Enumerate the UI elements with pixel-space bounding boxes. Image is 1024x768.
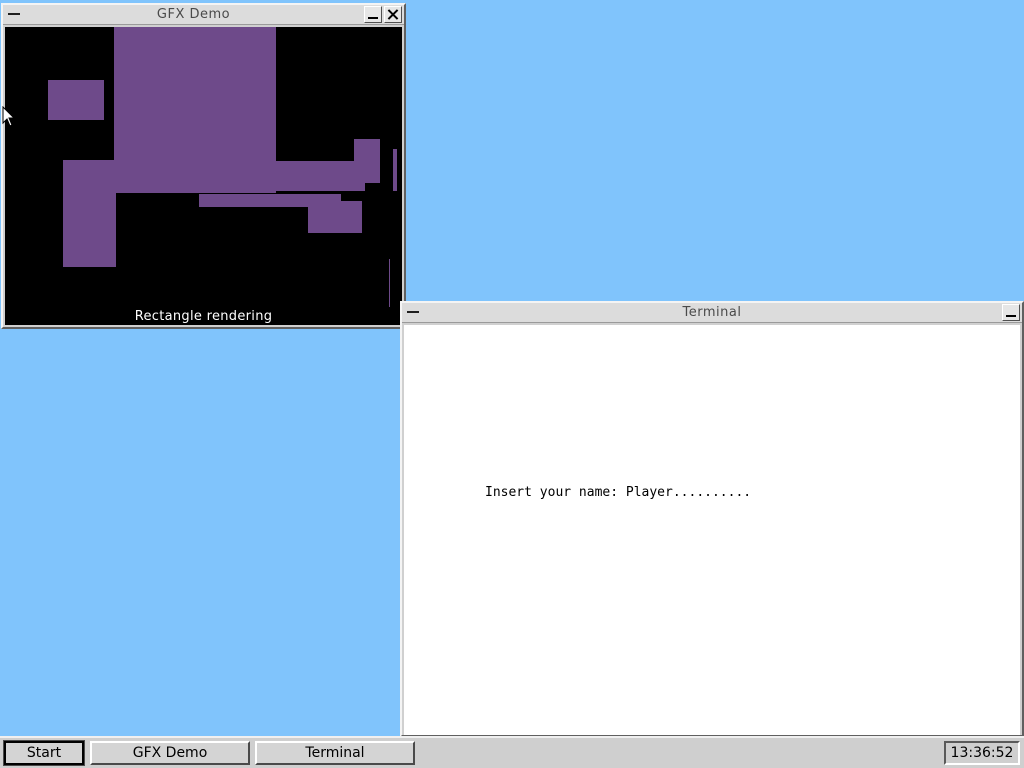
gfx-caption: Rectangle rendering xyxy=(134,309,273,324)
system-menu-icon xyxy=(8,13,20,15)
terminal-prompt-line: Insert your name: Player.......... xyxy=(485,485,752,500)
minimize-icon xyxy=(368,17,378,19)
gfx-system-menu-button[interactable] xyxy=(5,6,23,23)
terminal-minimize-button[interactable] xyxy=(1002,304,1020,321)
close-icon xyxy=(385,7,401,22)
terminal-titlebar[interactable]: Terminal xyxy=(402,303,1022,323)
gfx-close-button[interactable] xyxy=(384,6,402,23)
purple-rectangle xyxy=(354,139,380,183)
gfx-minimize-button[interactable] xyxy=(364,6,382,23)
desktop[interactable]: GFX Demo Rectangle rendering Terminal In… xyxy=(0,0,1024,737)
gfx-demo-title: GFX Demo xyxy=(156,7,231,22)
system-menu-icon xyxy=(407,311,419,313)
clock: 13:36:52 xyxy=(944,741,1020,765)
start-button[interactable]: Start xyxy=(3,740,85,766)
mouse-pointer-icon xyxy=(2,106,16,127)
minimize-icon xyxy=(1006,315,1016,317)
purple-rectangle xyxy=(114,161,365,191)
gfx-demo-titlebar[interactable]: GFX Demo xyxy=(3,5,404,25)
taskbar: Start GFX Demo Terminal 13:36:52 xyxy=(0,736,1024,768)
purple-line xyxy=(389,259,390,307)
purple-rectangle xyxy=(63,160,116,267)
gfx-canvas[interactable]: Rectangle rendering xyxy=(5,27,402,325)
terminal-title: Terminal xyxy=(682,305,742,320)
terminal-screen[interactable]: Insert your name: Player.......... xyxy=(404,325,1020,735)
purple-rectangle xyxy=(48,80,104,120)
taskbar-item-gfx-demo[interactable]: GFX Demo xyxy=(90,741,250,765)
purple-rectangle xyxy=(308,201,362,233)
purple-rectangle xyxy=(393,149,397,191)
terminal-window[interactable]: Terminal Insert your name: Player.......… xyxy=(400,301,1024,737)
gfx-demo-window[interactable]: GFX Demo Rectangle rendering xyxy=(1,3,406,329)
taskbar-item-terminal[interactable]: Terminal xyxy=(255,741,415,765)
terminal-system-menu-button[interactable] xyxy=(404,304,422,321)
